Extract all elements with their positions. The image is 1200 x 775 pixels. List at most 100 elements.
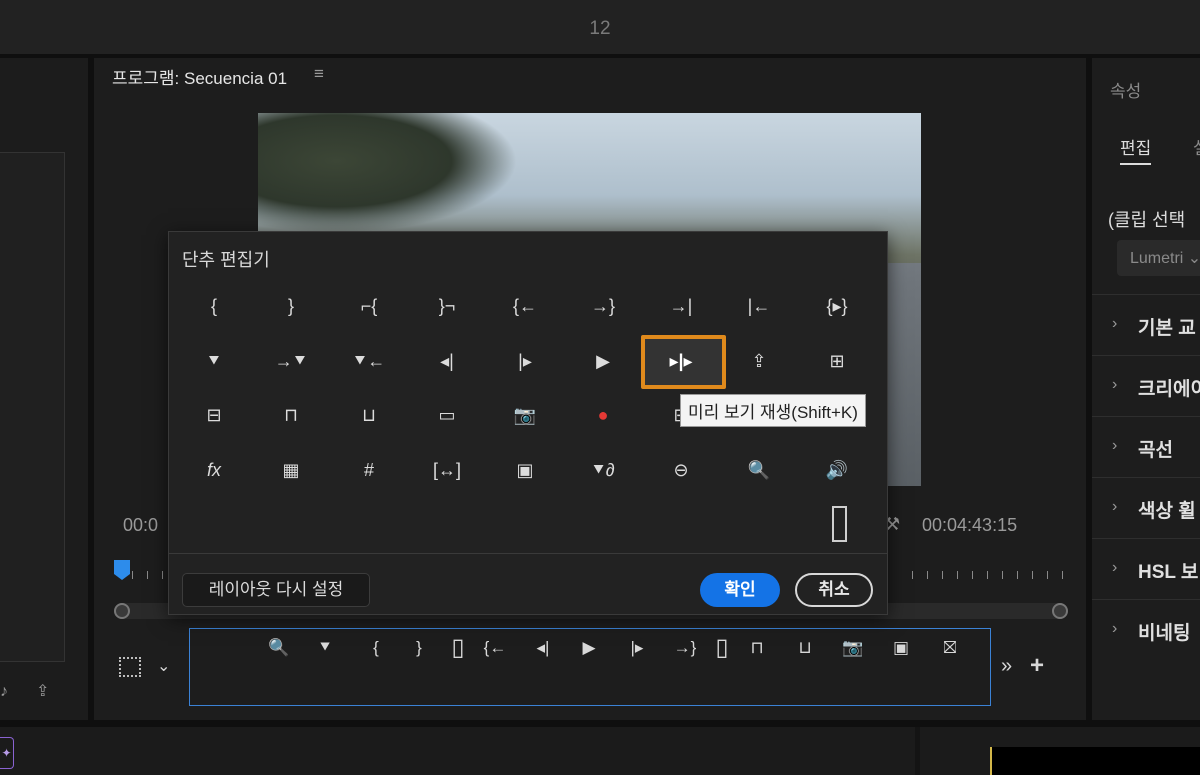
video-trees	[258, 113, 518, 233]
play-icon[interactable]: ▶	[574, 634, 604, 662]
panel-menu-icon[interactable]: ≡	[314, 64, 324, 84]
cancel-button[interactable]: 취소	[795, 573, 873, 607]
trim-icon[interactable]: [↔]	[427, 454, 467, 486]
zoom-frame-icon[interactable]: 🔍	[264, 634, 294, 662]
snap-icon[interactable]: #	[349, 454, 389, 486]
go-to-in-icon[interactable]: {←	[480, 634, 510, 662]
multi-frame-icon[interactable]: ▣	[505, 454, 545, 486]
step-back-icon[interactable]: ◂|	[427, 345, 467, 377]
top-bar: 12	[0, 0, 1200, 54]
play-preview-icon[interactable]: ▸|▸	[661, 345, 701, 377]
bottom-panels	[0, 727, 1200, 775]
properties-title: 속성	[1110, 82, 1142, 101]
left-panel-content	[0, 152, 65, 662]
export-icon[interactable]: ⇪	[739, 345, 779, 377]
clear-out-icon[interactable]: }¬	[427, 290, 467, 322]
section-label: HSL 보	[1138, 562, 1199, 583]
tab-next[interactable]: 설	[1193, 134, 1200, 156]
add-button-icon[interactable]: +	[1030, 652, 1044, 680]
record-icon[interactable]: ●	[583, 399, 623, 431]
section-basic[interactable]: › 기본 교	[1092, 294, 1200, 354]
section-hsl[interactable]: › HSL 보	[1092, 538, 1200, 598]
mark-out-icon[interactable]: }	[404, 634, 434, 662]
clip-select-label: (클립 선택	[1108, 210, 1186, 230]
zoom-frame-icon[interactable]: 🔍	[739, 454, 779, 486]
section-vignette[interactable]: › 비네팅	[1092, 599, 1200, 659]
program-title[interactable]: 프로그램: Secuencia 01	[112, 64, 287, 89]
marker-link-icon[interactable]: ⯆∂	[583, 454, 623, 486]
playhead-timecode[interactable]: 00:0	[123, 515, 158, 536]
volume-icon[interactable]: 🔊	[817, 454, 857, 486]
go-to-next-marker-icon[interactable]: →⯆	[271, 345, 311, 377]
go-to-in-icon[interactable]: {←	[505, 290, 545, 322]
duration-timecode: 00:04:43:15	[922, 515, 1018, 535]
extract-icon[interactable]: ⊟	[194, 399, 234, 431]
insert-icon[interactable]: ⊔	[790, 634, 820, 662]
ok-button[interactable]: 확인	[700, 573, 780, 607]
step-forward-icon[interactable]: |▸	[505, 345, 545, 377]
tab-edit[interactable]: 편집	[1120, 134, 1152, 165]
mark-in-icon[interactable]: {	[361, 634, 391, 662]
ruler-tick	[1062, 571, 1063, 579]
ruler-tick	[1017, 571, 1018, 579]
chevron-right-icon: ›	[1112, 498, 1118, 515]
camera-icon[interactable]: 📷	[838, 634, 868, 662]
ai-sparkle-icon[interactable]: ✦	[0, 737, 14, 769]
safe-zone-icon[interactable]	[119, 657, 141, 677]
chevron-down-icon[interactable]: ⌄	[157, 656, 170, 676]
tooltip: 미리 보기 재생(Shift+K)	[680, 394, 866, 427]
section-creative[interactable]: › 크리에이	[1092, 355, 1200, 415]
timeline-panel	[0, 727, 915, 775]
ruler-tick	[147, 571, 148, 579]
spacer-icon[interactable]: ▯	[443, 634, 473, 662]
export-frame-icon[interactable]: ⇪	[36, 681, 49, 701]
music-icon[interactable]: ♪	[0, 683, 8, 701]
play-icon[interactable]: ▶	[583, 345, 623, 377]
mark-out-icon[interactable]: }	[271, 290, 311, 322]
section-label: 크리에이	[1138, 379, 1200, 400]
step-forward-icon[interactable]: |▸	[622, 634, 652, 662]
comparison-icon[interactable]: ▦	[271, 454, 311, 486]
ruler-tick	[957, 571, 958, 579]
add-marker-icon[interactable]: ⯆	[194, 345, 234, 377]
camera-icon[interactable]: 📷	[505, 399, 545, 431]
multi-frame-icon[interactable]: ▣	[886, 634, 916, 662]
section-color-wheels[interactable]: › 색상 휠	[1092, 477, 1200, 537]
fx-icon[interactable]: fx	[194, 454, 234, 486]
scroll-left-handle[interactable]	[114, 603, 130, 619]
overflow-icon[interactable]: »	[1001, 655, 1012, 678]
lift-icon[interactable]: ⊓	[271, 399, 311, 431]
section-label: 기본 교	[1138, 318, 1196, 339]
go-to-next-edit-icon[interactable]: →|	[661, 290, 701, 322]
ruler-tick	[912, 571, 913, 579]
go-to-prev-edit-icon[interactable]: |←	[739, 290, 779, 322]
overwrite-icon[interactable]: ⊞	[817, 345, 857, 377]
step-back-icon[interactable]: ◂|	[528, 634, 558, 662]
clear-in-icon[interactable]: ⌐{	[349, 290, 389, 322]
ruler-tick	[162, 571, 163, 579]
safe-margins-icon[interactable]: ▭	[427, 399, 467, 431]
spacer-icon[interactable]: ▯	[707, 634, 737, 662]
reset-layout-button[interactable]: 레이아웃 다시 설정	[182, 573, 370, 607]
ruler-tick	[1032, 571, 1033, 579]
play-in-to-out-icon[interactable]: {▸}	[817, 290, 857, 322]
lumetri-dropdown[interactable]: Lumetri ⌄	[1117, 240, 1200, 276]
ruler-tick	[942, 571, 943, 579]
scroll-right-handle[interactable]	[1052, 603, 1068, 619]
meter-area	[990, 747, 1200, 775]
section-curves[interactable]: › 곡선	[1092, 416, 1200, 476]
spacer-icon[interactable]	[832, 506, 847, 542]
ruler-tick	[972, 571, 973, 579]
ruler-tick	[987, 571, 988, 579]
mark-in-icon[interactable]: {	[194, 290, 234, 322]
lift-icon[interactable]: ⊓	[742, 634, 772, 662]
ruler-tick	[1047, 571, 1048, 579]
chevron-right-icon: ›	[1112, 315, 1118, 332]
proxy-icon[interactable]: ⛝	[935, 634, 965, 662]
insert-icon[interactable]: ⊔	[349, 399, 389, 431]
vr-video-icon[interactable]: ⊖	[661, 454, 701, 486]
go-to-out-icon[interactable]: →}	[583, 290, 623, 322]
go-to-prev-marker-icon[interactable]: ⯆←	[349, 345, 389, 377]
go-to-out-icon[interactable]: →}	[670, 634, 700, 662]
add-marker-icon[interactable]: ⯆	[310, 634, 340, 662]
